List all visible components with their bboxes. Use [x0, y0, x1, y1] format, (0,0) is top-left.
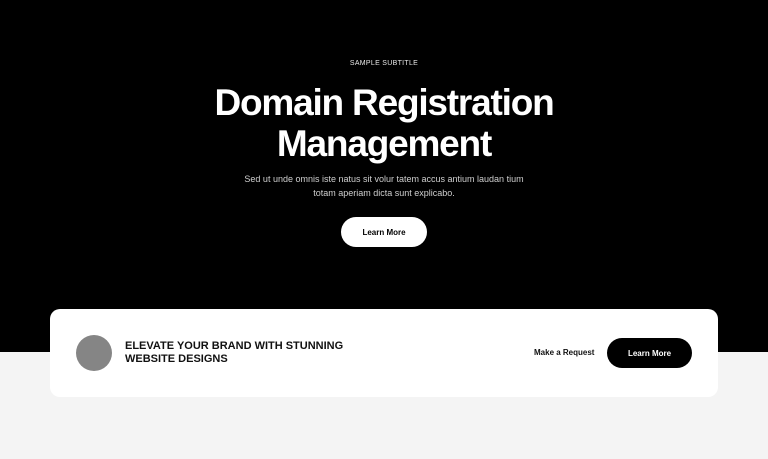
avatar	[76, 335, 112, 371]
cta-heading: ELEVATE YOUR BRAND WITH STUNNING WEBSITE…	[125, 340, 365, 366]
hero-title: Domain Registration Management	[0, 82, 768, 164]
make-request-link[interactable]: Make a Request	[534, 348, 594, 357]
cta-heading-line-1: ELEVATE YOUR BRAND WITH STUNNING	[125, 340, 344, 352]
hero-learn-more-button[interactable]: Learn More	[341, 217, 427, 247]
hero-description: Sed ut unde omnis iste natus sit volur t…	[244, 174, 524, 198]
cta-heading-line-2: WEBSITE DESIGNS	[125, 353, 228, 365]
hero-title-line-2: Management	[276, 123, 492, 164]
hero-subtitle: SAMPLE SUBTITLE	[349, 60, 419, 67]
hero-title-line-1: Domain Registration	[214, 82, 554, 123]
cta-learn-more-button[interactable]: Learn More	[607, 338, 692, 368]
cta-card: ELEVATE YOUR BRAND WITH STUNNING WEBSITE…	[50, 309, 718, 397]
hero-section: SAMPLE SUBTITLE Domain Registration Mana…	[0, 0, 768, 352]
page: SAMPLE SUBTITLE Domain Registration Mana…	[0, 0, 768, 459]
